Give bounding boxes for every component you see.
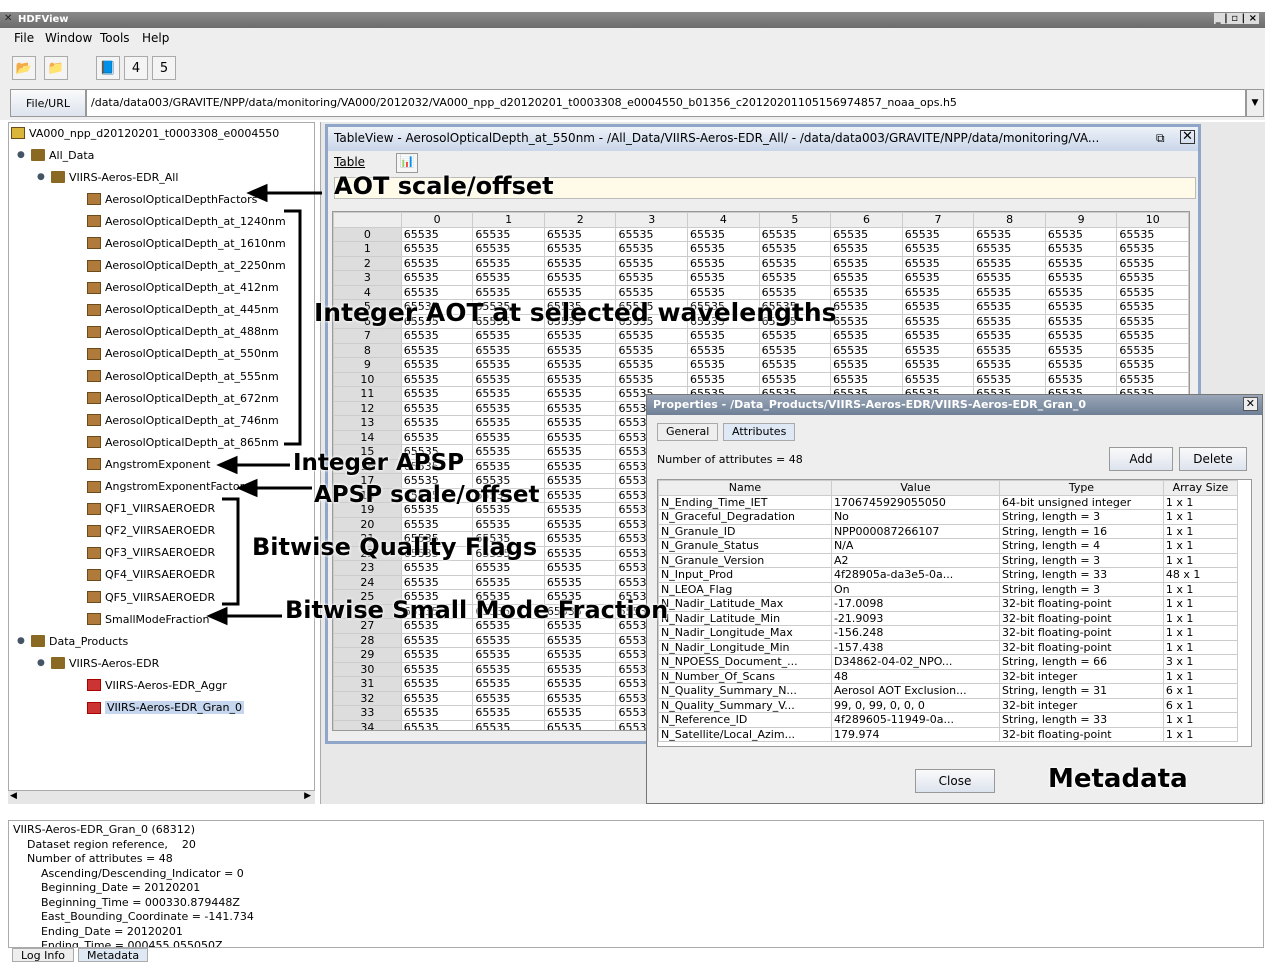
annotation-bitwise-smf: Bitwise Small Mode Fraction (285, 596, 669, 624)
annotation-arrows (206, 183, 322, 626)
annotation-integer-apsp: Integer APSP (293, 450, 465, 476)
annotation-metadata: Metadata (1048, 764, 1188, 794)
annotation-bitwise-qf: Bitwise Quality Flags (252, 533, 538, 561)
annotation-integer-aot: Integer AOT at selected wavelengths (314, 298, 837, 327)
annotation-apsp-scale: APSP scale/offset (314, 482, 540, 508)
annotation-aot-scale: AOT scale/offset (334, 172, 554, 200)
